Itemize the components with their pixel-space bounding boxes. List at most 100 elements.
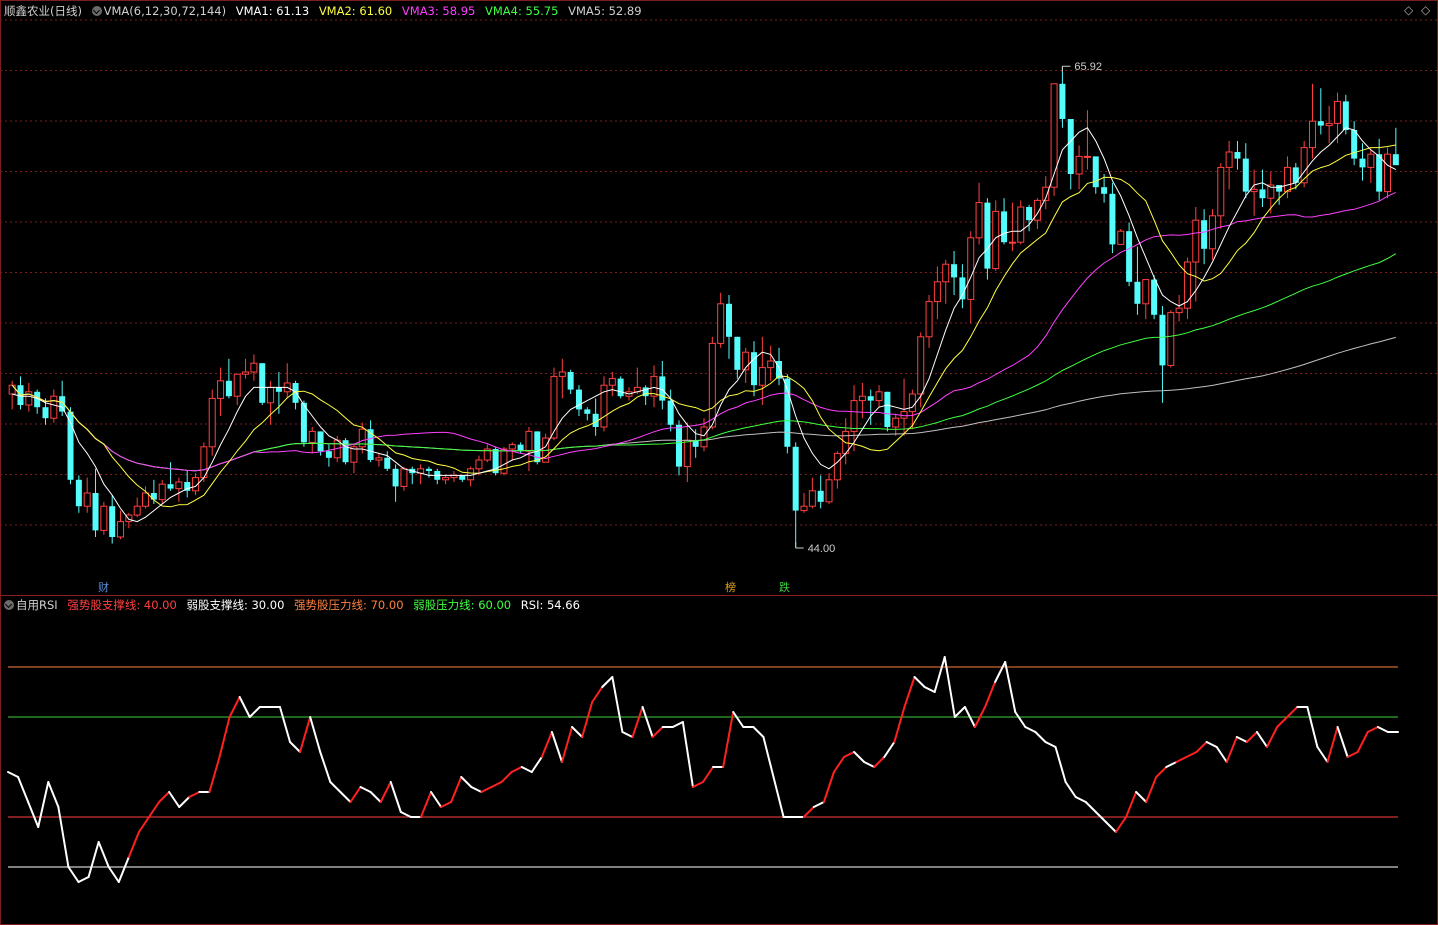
rsi-segment — [1356, 731, 1369, 753]
candle-body — [875, 391, 883, 402]
rsi-segment — [188, 791, 201, 798]
candle-body — [425, 468, 432, 471]
candle-body — [1342, 101, 1349, 130]
rsi-segment — [1266, 726, 1279, 748]
rsi-segment — [137, 816, 151, 833]
candle-body — [275, 387, 282, 392]
candle-body — [1225, 151, 1233, 168]
candle-body — [1201, 220, 1208, 249]
rsi-segment — [1366, 726, 1379, 733]
rsi-segment — [1205, 741, 1218, 748]
rsi-segment — [1245, 731, 1258, 743]
dropdown-icon[interactable] — [91, 6, 102, 16]
rsi-segment — [107, 866, 120, 883]
candle-body — [525, 430, 533, 452]
restore-icon[interactable]: ◇ — [1404, 3, 1413, 17]
candle-body — [42, 407, 49, 419]
candle-body — [8, 384, 16, 395]
rsi-segment — [1004, 661, 1017, 713]
high-marker — [1061, 65, 1071, 73]
candle-body — [225, 380, 232, 397]
rsi-segment — [1014, 711, 1027, 728]
candle-body — [1276, 185, 1283, 192]
candle-body — [617, 378, 624, 397]
candle-body — [92, 493, 99, 531]
candle-body — [858, 395, 866, 402]
candle-body — [1001, 211, 1008, 243]
rsi-segment — [27, 801, 40, 828]
rsi-segment — [913, 676, 926, 688]
rsi-segment — [319, 751, 332, 783]
candle-body — [1217, 166, 1225, 217]
rsi-segment — [359, 786, 372, 793]
price-chart[interactable]: 65.92 44.00 — [0, 0, 1438, 596]
rsi-segment — [883, 741, 896, 758]
candle-body — [233, 373, 241, 397]
candle-body — [1367, 153, 1375, 168]
candle-body — [675, 424, 682, 467]
candle-body — [758, 367, 766, 386]
candle-body — [967, 237, 975, 300]
candle-body — [1151, 279, 1158, 315]
candle-body — [567, 372, 574, 390]
rsi-segment — [581, 701, 594, 738]
rsi-segment — [540, 731, 553, 758]
candle-body — [375, 457, 383, 461]
rsi-segment — [1104, 821, 1117, 833]
rsi-segment — [863, 761, 876, 768]
candle-body — [117, 521, 125, 538]
candle-body — [933, 281, 941, 303]
candle-body — [1050, 83, 1058, 188]
candle-body — [917, 336, 925, 395]
rsi-segment — [822, 771, 835, 803]
candle-body — [167, 484, 174, 489]
stock-name[interactable]: 顺鑫农业 — [4, 4, 50, 18]
rsi-segment — [329, 781, 342, 793]
rsi-segment — [691, 781, 704, 788]
candle-body — [208, 397, 216, 448]
candle-body — [467, 468, 475, 481]
rsi-segment — [571, 726, 584, 738]
candle-body — [683, 439, 691, 468]
rsi-segment — [1185, 751, 1198, 758]
candle-body — [158, 483, 166, 501]
candle-body — [667, 400, 674, 425]
rsi-name[interactable]: 自用RSI — [16, 598, 58, 612]
rsi-chart[interactable] — [0, 597, 1438, 923]
rsi-segment — [289, 741, 302, 753]
rsi-segment — [97, 841, 110, 868]
candle-body — [1075, 155, 1083, 175]
candle-body — [942, 263, 950, 283]
candle-body — [109, 506, 116, 537]
rsi-segment — [832, 756, 846, 773]
rsi-segment — [389, 781, 402, 813]
rsi-segment — [168, 791, 181, 808]
candle-body — [150, 493, 157, 500]
rsi-segment — [641, 706, 654, 738]
candle-body — [217, 380, 225, 399]
candle-body — [50, 395, 58, 419]
rsi-segment — [490, 781, 503, 788]
rsi-segment — [853, 751, 866, 763]
candle-body — [83, 492, 91, 507]
candle-body — [1283, 166, 1291, 193]
candle-body — [475, 459, 483, 470]
rsi-segment — [1326, 726, 1339, 763]
rsi-segment — [702, 766, 715, 783]
rsi-segment — [339, 791, 352, 803]
rsi-segment — [873, 756, 886, 768]
event-tag-finance[interactable]: 财 — [96, 581, 111, 594]
close-icon[interactable]: ◇ — [1421, 3, 1430, 17]
event-tag-rank[interactable]: 榜 — [723, 581, 738, 594]
candle-body — [1117, 230, 1125, 245]
dropdown-icon[interactable] — [4, 600, 14, 610]
candle-body — [959, 277, 966, 300]
candle-body — [1192, 219, 1200, 263]
event-tag-fall[interactable]: 跌 — [777, 581, 792, 594]
candle-body — [242, 371, 250, 375]
candle-body — [1175, 307, 1183, 314]
candle-body — [400, 468, 408, 487]
candle-body — [892, 417, 900, 428]
rsi-segment — [278, 706, 292, 743]
vma-indicator-name[interactable]: VMA(6,12,30,72,144) — [104, 4, 226, 18]
